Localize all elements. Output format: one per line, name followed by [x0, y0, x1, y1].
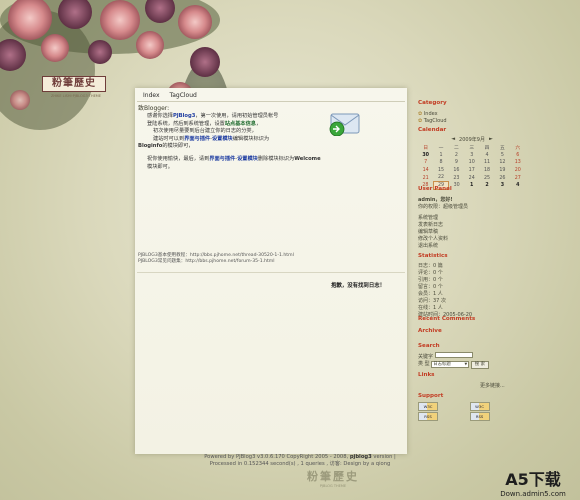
calendar-next-button[interactable]: ► [489, 136, 493, 143]
module-settings-link[interactable]: 设置模块 [212, 136, 233, 142]
search-button[interactable]: 搜 索 [470, 361, 489, 369]
footer-stamp: 粉筆歷史 PJBLOG THEME [307, 470, 359, 488]
site-watermark: A5下载 Down.admin5.com [500, 470, 566, 498]
user-permission: 你的权限：超级管理员 [418, 204, 469, 210]
search-type-label: 类 型 [418, 361, 430, 367]
stat-comments: 评论：0 个 [418, 270, 443, 276]
welcome-greeting: 致Blogger: [138, 105, 170, 112]
support-badge[interactable]: RSS [469, 412, 490, 421]
support-badge[interactable]: W3C [469, 402, 490, 411]
user-link-profile[interactable]: 修改个人资料 [418, 235, 448, 242]
stat-posts: 日志：0 篇 [418, 263, 443, 269]
calendar-day[interactable]: 21 [418, 174, 433, 182]
search-input[interactable] [434, 352, 473, 358]
calendar-day[interactable]: 15 [433, 167, 448, 175]
calendar-day[interactable]: 3 [495, 182, 510, 190]
search-title: Search [418, 343, 440, 349]
user-link-logout[interactable]: 退出系统 [418, 242, 438, 249]
blog-logo[interactable]: 粉筆歷史 [42, 76, 106, 92]
home-icon: ✿ [418, 111, 423, 117]
user-link-admin[interactable]: 系统管理 [418, 214, 438, 221]
ui-plugins-link-2[interactable]: 界面与插件 [209, 156, 235, 162]
faq-link[interactable]: PJBLOG3常见问题集：http://bbs.pjhome.net/forum… [138, 259, 275, 264]
calendar-day[interactable]: 6 [510, 152, 525, 160]
links-title: Links [418, 372, 435, 378]
category-title: Category [418, 100, 447, 106]
nav-tab-tagcloud[interactable]: TagCloud [170, 92, 197, 99]
more-links[interactable]: 更多链接... [480, 382, 505, 389]
user-panel-title: User Panel [418, 186, 452, 192]
calendar-day[interactable]: 17 [464, 167, 479, 175]
tag-icon: ✿ [418, 118, 423, 124]
stat-trackbacks: 引用：0 个 [418, 277, 443, 283]
ui-plugins-link[interactable]: 界面与插件 [184, 136, 210, 142]
category-item-index[interactable]: ✿ Index [418, 111, 438, 117]
user-link-new-post[interactable]: 发表新日志 [418, 221, 443, 228]
help-links: PJBLOG3基本使用教程：http://bbs.pjhome.net/thre… [138, 253, 294, 266]
blog-logo-subtitle: ZHIKE LISHI·PJBLOG3·THEME [50, 94, 102, 98]
stat-online: 在线：1 人 [418, 305, 443, 311]
calendar-day[interactable]: 14 [418, 167, 433, 175]
archive-title: Archive [418, 328, 442, 334]
calendar-day[interactable]: 12 [495, 159, 510, 167]
calendar-day[interactable]: 25 [479, 174, 494, 182]
calendar: ◄ 2009年9月 ► 日 一 二 三 四 五 六 30 1 2 3 4 5 6 [418, 136, 526, 191]
envelope-icon [329, 113, 360, 136]
stat-visits: 访问：37 次 [418, 298, 446, 304]
stat-members: 会员：1 人 [418, 291, 443, 297]
calendar-day[interactable]: 5 [495, 152, 510, 160]
tutorial-link[interactable]: PJBLOG3基本使用教程：http://bbs.pjhome.net/thre… [138, 253, 294, 258]
calendar-day[interactable]: 7 [418, 159, 433, 167]
module-settings-link-2[interactable]: 设置模块 [237, 156, 258, 162]
content-paper: Index TagCloud 致Blogger: 感谢你选择PJBlog3，第一… [135, 88, 407, 454]
footer: Powered by PJBlog3 v3.0.6.170 CopyRight … [135, 454, 465, 468]
stat-messages: 留言：0 个 [418, 284, 443, 290]
nav-tab-index[interactable]: Index [143, 92, 160, 99]
calendar-day[interactable]: 1 [433, 152, 448, 160]
calendar-day[interactable]: 23 [449, 174, 464, 182]
calendar-day[interactable]: 30 [418, 152, 433, 160]
category-item-tagcloud[interactable]: ✿ TagCloud [418, 118, 447, 124]
calendar-day[interactable]: 3 [464, 152, 479, 160]
support-title: Support [418, 393, 444, 399]
calendar-prev-button[interactable]: ◄ [451, 136, 455, 143]
calendar-day[interactable]: 19 [495, 167, 510, 175]
calendar-day[interactable]: 11 [479, 159, 494, 167]
no-posts-notice: 抱歉，没有找到日志！ [331, 283, 385, 289]
calendar-day[interactable]: 2 [479, 182, 494, 190]
top-nav: Index TagCloud [143, 92, 197, 99]
calendar-day[interactable]: 10 [464, 159, 479, 167]
calendar-day[interactable]: 18 [479, 167, 494, 175]
welcome-message: 感谢你选择PJBlog3，第一次使用，请用初始管理员帐号 登陆系统，然后到系统管… [138, 113, 321, 170]
calendar-day[interactable]: 4 [510, 182, 525, 190]
calendar-day[interactable]: 1 [464, 182, 479, 190]
calendar-day[interactable]: 26 [495, 174, 510, 182]
calendar-day[interactable]: 16 [449, 167, 464, 175]
calendar-title: Calendar [418, 127, 447, 133]
content-divider [137, 272, 405, 273]
footer-processed: Processed in 0.152344 second(s) , 1 quer… [209, 461, 391, 467]
calendar-day[interactable]: 8 [433, 159, 448, 167]
calendar-day[interactable]: 13 [510, 159, 525, 167]
calendar-day[interactable]: 27 [510, 174, 525, 182]
calendar-month: 2009年9月 [459, 137, 485, 143]
support-badge[interactable]: RSS [418, 412, 438, 421]
user-greeting: admin，您好! [418, 197, 453, 203]
search-type-select[interactable]: 日志标题 [431, 361, 470, 368]
site-settings-link[interactable]: 站点基本信息 [225, 121, 256, 127]
brand-name: PJBlog3 [172, 113, 196, 119]
calendar-day[interactable]: 24 [464, 174, 479, 182]
footer-brand-link[interactable]: pjblog3 [350, 454, 372, 460]
nav-divider [137, 101, 405, 102]
calendar-day[interactable]: 4 [479, 152, 494, 160]
statistics-title: Statistics [418, 253, 448, 259]
recent-comments-title: Recent Comments [418, 316, 476, 322]
calendar-day[interactable]: 9 [449, 159, 464, 167]
calendar-day[interactable]: 20 [510, 167, 525, 175]
calendar-day[interactable]: 22 [433, 174, 448, 182]
support-badge[interactable]: W3C [418, 402, 438, 411]
user-link-drafts[interactable]: 编辑草稿 [418, 228, 438, 235]
calendar-day[interactable]: 2 [449, 152, 464, 160]
